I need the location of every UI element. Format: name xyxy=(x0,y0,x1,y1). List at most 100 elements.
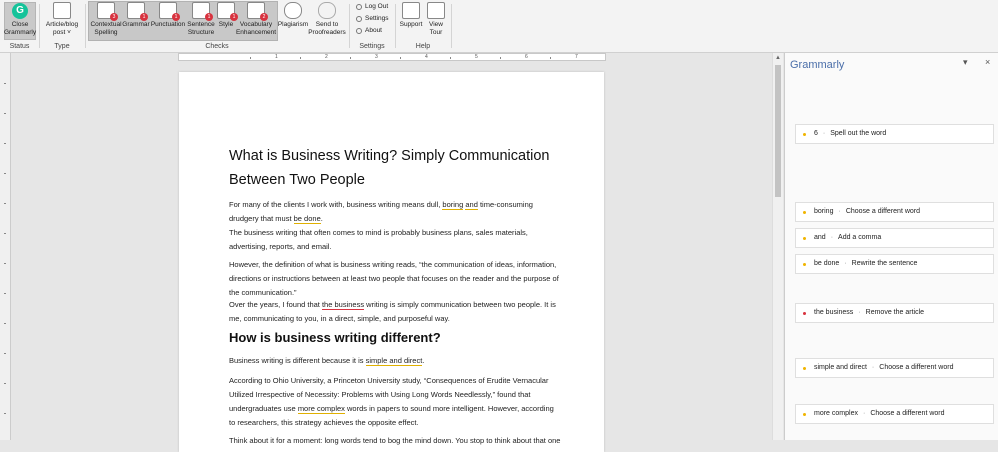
vocabulary-count-badge: 2 xyxy=(260,13,268,21)
ruler-number: 2 xyxy=(325,54,328,60)
spelling-icon: 3 xyxy=(97,2,118,21)
suggestion-word: 6 xyxy=(814,130,818,137)
status-group-label: Status xyxy=(9,43,30,50)
grammarly-logo-icon: G xyxy=(12,3,28,19)
plagiarism-icon xyxy=(284,2,302,19)
support-label: Support xyxy=(399,21,423,28)
grammar-label: Grammar xyxy=(122,21,150,28)
scrollbar-thumb[interactable] xyxy=(775,65,781,197)
punctuation-label: Punctuation xyxy=(150,21,186,28)
flagged-word-simple-and-direct[interactable]: simple and direct xyxy=(365,356,423,366)
sentence-structure-button[interactable]: 1 Sentence Structure xyxy=(186,2,216,37)
grammar-count-badge: 1 xyxy=(140,13,148,21)
log-out-button[interactable]: Log Out xyxy=(356,3,388,10)
support-button[interactable]: Support xyxy=(399,2,423,29)
suggestion-text: Choose a different word xyxy=(845,208,921,215)
style-icon: 1 xyxy=(217,2,238,21)
severity-dot-icon xyxy=(803,366,806,370)
type-group: Article/blog post ˅ Type xyxy=(40,0,84,52)
suggestion-card[interactable]: simple and direct · Choose a different wo… xyxy=(795,358,994,378)
vertical-ruler xyxy=(0,53,11,440)
suggestion-word: be done xyxy=(814,260,840,267)
ruler-number: 7 xyxy=(575,54,578,60)
plagiarism-button[interactable]: Plagiarism xyxy=(277,2,309,29)
severity-dot-icon xyxy=(803,311,806,315)
sentence-structure-label: Sentence Structure xyxy=(187,21,215,36)
horizontal-ruler: 1 2 3 4 5 6 7 xyxy=(178,53,606,61)
flagged-word-the-business[interactable]: the business xyxy=(321,300,365,310)
send-to-proofreaders-label: Send to Proofreaders xyxy=(308,21,346,36)
style-button[interactable]: 1 Style xyxy=(216,2,238,29)
punctuation-count-badge: 1 xyxy=(172,13,180,21)
suggestion-card[interactable]: be done · Rewrite the sentence xyxy=(795,254,994,274)
send-to-proofreaders-button[interactable]: Send to Proofreaders xyxy=(308,2,346,37)
contextual-spelling-button[interactable]: 3 Contextual Spelling xyxy=(90,2,122,37)
grammarly-pane: Grammarly ▾ × 6 · Spell out the word bori… xyxy=(784,53,998,440)
flagged-word-more-complex[interactable]: more complex xyxy=(297,404,345,414)
suggestion-word: the business xyxy=(814,309,854,316)
close-icon[interactable]: × xyxy=(985,57,990,67)
suggestion-text: Rewrite the sentence xyxy=(851,260,918,267)
contextual-spelling-label: Contextual Spelling xyxy=(90,21,122,36)
sentence-structure-icon: 1 xyxy=(192,2,213,21)
grammar-button[interactable]: 1 Grammar xyxy=(122,2,150,29)
document-scrollbar[interactable]: ▲ xyxy=(772,53,783,440)
document-type-label: Article/blog post ˅ xyxy=(45,21,79,36)
checks-group-label: Checks xyxy=(205,43,229,50)
about-button[interactable]: About xyxy=(356,27,382,34)
suggestion-card[interactable]: 6 · Spell out the word xyxy=(795,124,994,144)
log-out-label: Log Out xyxy=(365,3,389,10)
suggestion-text: Choose a different word xyxy=(879,364,954,371)
ribbon-divider xyxy=(451,4,452,48)
spelling-count-badge: 3 xyxy=(110,13,118,21)
tour-icon xyxy=(427,2,445,19)
paragraph: The business writing that often comes to… xyxy=(229,228,528,251)
suggestion-text: Choose a different word xyxy=(870,410,945,417)
suggestion-word: and xyxy=(814,234,826,241)
document-type-button[interactable]: Article/blog post ˅ xyxy=(44,2,80,37)
vocabulary-enhancement-label: Vocabulary Enhancement xyxy=(235,21,277,36)
punctuation-icon: 1 xyxy=(159,2,180,21)
suggestion-card[interactable]: boring · Choose a different word xyxy=(795,202,994,222)
document-page[interactable]: What is Business Writing? Simply Communi… xyxy=(179,72,604,452)
suggestion-text: Add a comma xyxy=(838,234,882,241)
paragraph: Think about it for a moment: long words … xyxy=(229,436,561,445)
settings-button[interactable]: Settings xyxy=(356,15,389,22)
suggestion-word: more complex xyxy=(814,410,858,417)
flagged-word-be-done[interactable]: be done xyxy=(293,214,321,224)
close-grammarly-label: Close Grammarly xyxy=(3,21,37,36)
close-grammarly-button[interactable]: G Close Grammarly xyxy=(4,2,36,40)
help-group-label: Help xyxy=(415,43,431,50)
scroll-up-icon[interactable]: ▲ xyxy=(775,55,781,61)
suggestion-text: Spell out the word xyxy=(830,130,887,137)
log-out-icon xyxy=(356,3,362,10)
support-icon xyxy=(402,2,420,19)
settings-group-label: Settings xyxy=(359,43,385,50)
severity-dot-icon xyxy=(803,412,806,416)
view-tour-button[interactable]: View Tour xyxy=(425,2,447,37)
paragraph: Business writing is different because it… xyxy=(229,356,425,366)
punctuation-button[interactable]: 1 Punctuation xyxy=(150,2,186,29)
style-label: Style xyxy=(218,21,234,28)
ruler-number: 1 xyxy=(275,54,278,60)
vocabulary-enhancement-button[interactable]: 2 Vocabulary Enhancement xyxy=(236,2,276,37)
collapse-icon[interactable]: ▾ xyxy=(963,57,968,68)
about-label: About xyxy=(365,27,382,34)
ruler-number: 5 xyxy=(475,54,478,60)
settings-label: Settings xyxy=(365,15,389,22)
view-tour-label: View Tour xyxy=(429,21,443,36)
book-icon xyxy=(53,2,71,19)
ruler-number: 4 xyxy=(425,54,428,60)
info-icon xyxy=(356,27,362,34)
status-group: G Close Grammarly Status xyxy=(0,0,39,52)
suggestion-card[interactable]: the business · Remove the article xyxy=(795,303,994,323)
suggestion-card[interactable]: and · Add a comma xyxy=(795,228,994,248)
flagged-word-and[interactable]: and xyxy=(465,200,478,210)
paragraph: According to Ohio University, a Princeto… xyxy=(229,376,554,427)
paragraph: However, the definition of what is busin… xyxy=(229,260,559,297)
severity-dot-icon xyxy=(803,210,806,214)
paragraph: For many of the clients I work with, bus… xyxy=(229,200,533,224)
flagged-word-boring[interactable]: boring xyxy=(442,200,464,210)
suggestion-card[interactable]: more complex · Choose a different word xyxy=(795,404,994,424)
severity-dot-icon xyxy=(803,236,806,240)
